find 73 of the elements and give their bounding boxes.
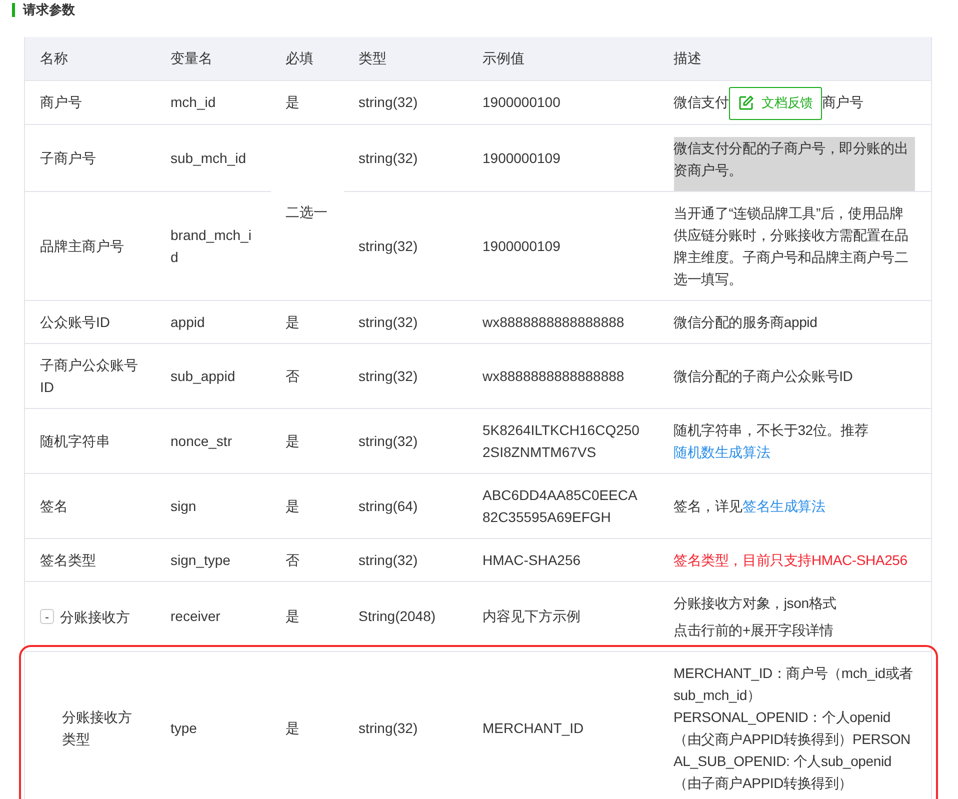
description-text: 当开通了“连锁品牌工具”后，使用品牌供应链分账时，分账接收方需配置在品牌主维度。子商户号和品牌主商户号二选一填写。 bbox=[674, 204, 910, 289]
description-text: 微信支付分配的子商户号，即分账的出资商户号。 bbox=[674, 136, 915, 191]
variable-name: brand_mch_id bbox=[170, 226, 252, 265]
type-value: string(32) bbox=[358, 552, 418, 568]
type-value: string(32) bbox=[358, 150, 418, 166]
link[interactable]: 随机数生成算法 bbox=[674, 444, 770, 460]
description-text: 微信分配的子商户公众账号ID bbox=[674, 366, 854, 386]
variable-name: nonce_str bbox=[170, 432, 232, 449]
description-text: 签名类型，目前只支持HMAC-SHA256 bbox=[674, 550, 908, 570]
column-header: 示例值 bbox=[468, 37, 658, 80]
collapse-toggle[interactable]: - bbox=[40, 609, 54, 624]
variable-name: sign bbox=[170, 498, 196, 514]
type-value: string(64) bbox=[358, 498, 418, 514]
required-value: 是 bbox=[286, 720, 300, 736]
required-value: 二选一 bbox=[286, 204, 328, 220]
param-name: 子商户公众账号ID bbox=[40, 356, 138, 395]
section-marker bbox=[12, 2, 15, 16]
description-text: 签名，详见签名生成算法 bbox=[674, 496, 826, 516]
required-value: 是 bbox=[286, 94, 300, 110]
type-value: String(2048) bbox=[358, 608, 436, 624]
required-value: 是 bbox=[286, 432, 300, 449]
variable-name: type bbox=[170, 720, 197, 736]
variable-name: sub_mch_id bbox=[170, 150, 246, 166]
param-name: 分账接收方类型 bbox=[62, 708, 132, 747]
description-text: PERSONAL_OPENID：个人openid（由父商户APPID转换得到）PERSONAL_SUB_OPENID: 个人sub_openid（由子商户APPID转换得到） bbox=[674, 708, 912, 793]
example-value: 内容见下方示例 bbox=[482, 607, 582, 626]
feedback-tooltip[interactable]: 文档反馈 bbox=[728, 86, 822, 120]
example-value: MERCHANT_ID bbox=[482, 718, 585, 738]
required-value: 是 bbox=[286, 314, 300, 330]
column-header: 必填 bbox=[270, 37, 344, 80]
param-name: 签名类型 bbox=[40, 552, 96, 568]
example-value: 5K8264ILTKCH16CQ2502SI8ZNMTM67VS bbox=[482, 420, 640, 462]
type-value: string(32) bbox=[358, 720, 418, 736]
link[interactable]: 签名生成算法 bbox=[742, 498, 826, 514]
required-value: 是 bbox=[286, 608, 300, 624]
variable-name: receiver bbox=[170, 608, 220, 624]
column-header: 描述 bbox=[658, 37, 932, 80]
description-text: 微信分配的服务商appid bbox=[674, 312, 818, 332]
example-value: 1900000109 bbox=[482, 148, 562, 168]
column-header: 变量名 bbox=[156, 37, 270, 80]
type-value: string(32) bbox=[358, 238, 418, 254]
example-value: wx8888888888888888 bbox=[482, 366, 626, 386]
variable-name: appid bbox=[170, 314, 205, 330]
example-value: ABC6DD4AA85C0EECA82C35595A69EFGH bbox=[482, 486, 638, 527]
param-name: 品牌主商户号 bbox=[40, 238, 124, 254]
required-value: 否 bbox=[286, 552, 300, 568]
param-name: 随机字符串 bbox=[40, 432, 110, 449]
required-value: 否 bbox=[286, 368, 300, 384]
param-name: 签名 bbox=[40, 498, 68, 514]
description-text: 点击行前的+展开字段详情 bbox=[674, 620, 834, 640]
description-text: 随机字符串，不长于32位。推荐 随机数生成算法 bbox=[674, 420, 870, 462]
description-text: 分账接收方对象，json格式 bbox=[674, 594, 838, 613]
column-header: 名称 bbox=[24, 37, 156, 80]
type-value: string(32) bbox=[358, 94, 418, 110]
section-title: 请求参数 bbox=[23, 0, 75, 18]
param-name: 子商户号 bbox=[40, 150, 96, 166]
variable-name: sign_type bbox=[170, 552, 230, 568]
required-value: 是 bbox=[286, 498, 300, 514]
param-name: 分账接收方 bbox=[60, 608, 130, 627]
edit-icon bbox=[738, 95, 754, 112]
example-value: 1900000100 bbox=[482, 93, 562, 112]
variable-name: mch_id bbox=[170, 94, 216, 110]
param-name: 公众账号ID bbox=[40, 314, 110, 330]
type-value: string(32) bbox=[358, 432, 418, 449]
type-value: string(32) bbox=[358, 368, 418, 384]
param-name: 商户号 bbox=[40, 94, 82, 110]
column-header: 类型 bbox=[344, 37, 468, 80]
variable-name: sub_appid bbox=[170, 368, 236, 384]
example-value: HMAC-SHA256 bbox=[482, 550, 582, 570]
example-value: 1900000109 bbox=[482, 236, 562, 256]
example-value: wx8888888888888888 bbox=[482, 312, 626, 332]
description-text: MERCHANT_ID：商户号（mch_id或者sub_mch_id） bbox=[674, 664, 914, 705]
type-value: string(32) bbox=[358, 314, 418, 330]
